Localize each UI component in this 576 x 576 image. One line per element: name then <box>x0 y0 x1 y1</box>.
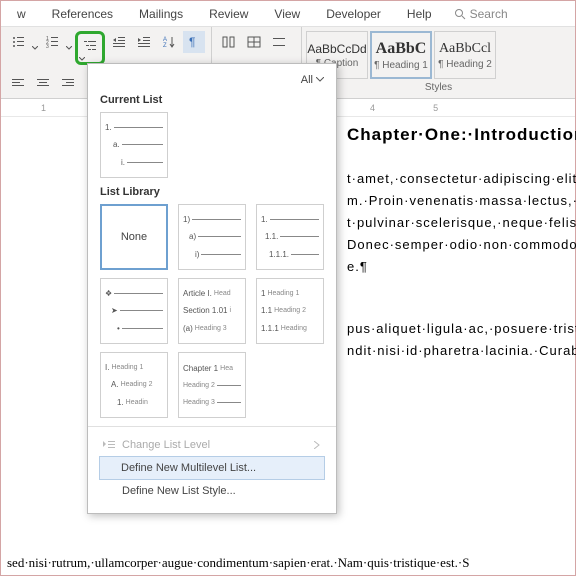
list-preview-none[interactable]: None <box>100 204 168 270</box>
bullets-button[interactable] <box>7 31 29 53</box>
style-heading2[interactable]: AaBbCcl ¶ Heading 2 <box>434 31 496 79</box>
svg-text:2: 2 <box>46 40 49 46</box>
list-preview[interactable]: Chapter 1Hea Heading 2 Heading 3 <box>178 352 246 418</box>
body-text: t·amet,·consectetur·adipiscing·elit.·Fus <box>347 168 569 190</box>
all-filter[interactable]: All <box>301 74 313 86</box>
heading-text: Chapter·One:·Introduction¶ <box>347 121 569 150</box>
multilevel-list-dropdown: All Current List 1. a. i. List Library N… <box>87 63 337 514</box>
style-label: ¶ Heading 2 <box>438 59 492 70</box>
style-sample: AaBbCcDd <box>307 42 366 56</box>
style-sample: AaBbC <box>376 40 427 58</box>
styles-caption: Styles <box>306 82 571 93</box>
style-label: ¶ Heading 1 <box>374 60 428 71</box>
body-text: ndit·nisi·id·pharetra·lacinia.·Curabitur… <box>347 340 569 362</box>
svg-text:Z: Z <box>163 43 167 49</box>
svg-text:A: A <box>163 37 167 43</box>
tab-developer[interactable]: Developer <box>314 3 393 25</box>
list-preview[interactable]: 1. 1.1. 1.1.1. <box>256 204 324 270</box>
list-preview[interactable]: I.Heading 1 A.Heading 2 1.Headin <box>100 352 168 418</box>
styles-group: AaBbCcDd ¶ Caption AaBbC ¶ Heading 1 AaB… <box>302 27 575 98</box>
tab-view[interactable]: View <box>262 3 312 25</box>
align-center-button[interactable] <box>32 72 54 94</box>
show-hide-button[interactable]: ¶ <box>183 31 205 53</box>
search-input[interactable]: Search <box>454 7 508 21</box>
indent-icon <box>102 438 116 453</box>
sort-button[interactable]: AZ <box>158 31 180 53</box>
style-sample: AaBbCcl <box>439 41 491 57</box>
svg-text:¶: ¶ <box>189 35 195 49</box>
body-text: pus·aliquet·ligula·ac,·posuere·tristique <box>347 318 569 340</box>
define-new-multilevel-list[interactable]: Define New Multilevel List... <box>99 456 325 480</box>
tab-mailings[interactable]: Mailings <box>127 3 195 25</box>
numbering-button[interactable]: 123 <box>41 31 63 53</box>
section-list-library: List Library <box>100 186 324 198</box>
body-text: Donec·semper·odio·non·commodo·feug <box>347 234 569 256</box>
change-list-level: Change List Level <box>100 433 324 457</box>
chevron-down-icon <box>316 77 324 83</box>
document-body[interactable]: Chapter·One:·Introduction¶ t·amet,·conse… <box>341 121 575 363</box>
body-text: sed·nisi·rutrum,·ullamcorper·augue·condi… <box>7 555 569 571</box>
decrease-indent-button[interactable] <box>108 31 130 53</box>
style-heading1[interactable]: AaBbC ¶ Heading 1 <box>370 31 432 79</box>
list-preview[interactable]: Article I.Head Section 1.01i (a)Heading … <box>178 278 246 344</box>
tab-draw[interactable]: w <box>5 3 38 25</box>
list-preview-current[interactable]: 1. a. i. <box>100 112 168 178</box>
define-new-list-style[interactable]: Define New List Style... <box>100 479 324 503</box>
tab-help[interactable]: Help <box>395 3 444 25</box>
chevron-down-icon[interactable] <box>32 31 38 65</box>
ruler-mark: 1 <box>41 103 46 113</box>
tab-references[interactable]: References <box>40 3 125 25</box>
list-preview[interactable]: 1) a) i) <box>178 204 246 270</box>
list-preview[interactable]: 1 Heading 1 1.1 Heading 2 1.1.1 Heading <box>256 278 324 344</box>
search-icon <box>454 8 466 20</box>
align-right-button[interactable] <box>57 72 79 94</box>
chevron-right-icon <box>314 441 320 449</box>
list-preview[interactable]: ❖ ➤ • <box>100 278 168 344</box>
chevron-down-icon[interactable] <box>66 31 72 65</box>
body-text: m.·Proin·venenatis·massa·lectus,·quis·t <box>347 190 569 212</box>
multilevel-list-highlight <box>75 31 105 65</box>
align-left-button[interactable] <box>7 72 29 94</box>
body-text: t·pulvinar·scelerisque,·neque·felis·volu <box>347 212 569 234</box>
chevron-down-icon[interactable] <box>79 57 85 61</box>
multilevel-list-button[interactable] <box>79 35 101 57</box>
section-current-list: Current List <box>100 94 324 106</box>
tab-review[interactable]: Review <box>197 3 260 25</box>
svg-text:1: 1 <box>46 36 49 42</box>
svg-text:3: 3 <box>46 44 49 49</box>
ruler-mark: 4 <box>370 103 375 113</box>
ruler-mark: 5 <box>433 103 438 113</box>
columns-icon[interactable] <box>218 31 240 53</box>
increase-indent-button[interactable] <box>133 31 155 53</box>
ribbon-tabs: w References Mailings Review View Develo… <box>1 1 575 27</box>
table-icon[interactable] <box>243 31 265 53</box>
search-placeholder: Search <box>470 7 508 21</box>
spacing-icon[interactable] <box>268 31 290 53</box>
body-text: e.¶ <box>347 256 569 278</box>
separator <box>88 426 336 427</box>
